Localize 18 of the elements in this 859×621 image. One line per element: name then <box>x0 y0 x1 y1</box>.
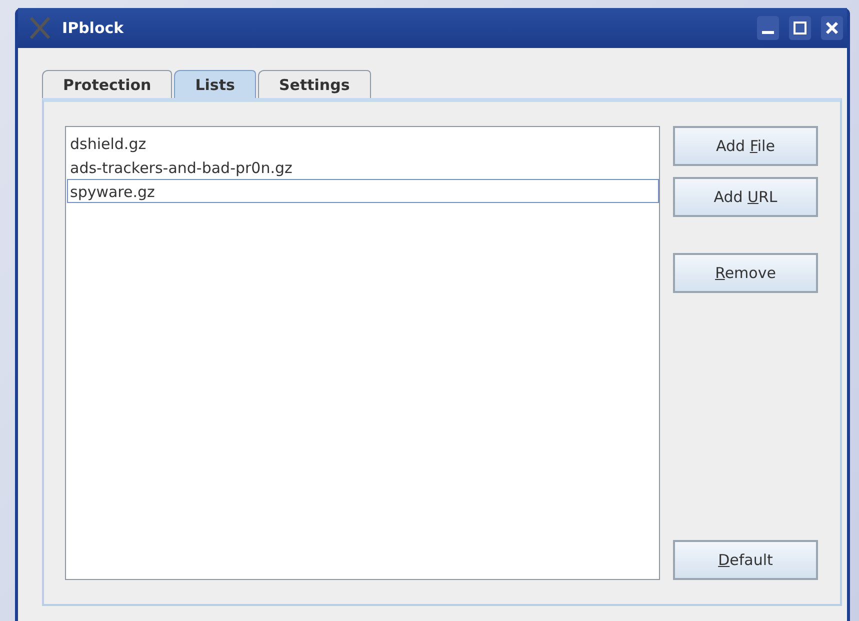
list-button[interactable]: Add URL <box>673 177 818 217</box>
list-item[interactable]: spyware.gz <box>67 179 659 203</box>
window-title: IPblock <box>62 19 125 37</box>
list-button[interactable]: Remove <box>673 253 818 293</box>
tab[interactable]: Lists <box>174 70 256 98</box>
list-item[interactable]: ads-trackers-and-bad-pr0n.gz <box>67 155 659 179</box>
maximize-button[interactable] <box>789 16 811 40</box>
tab[interactable]: Settings <box>258 70 371 98</box>
minimize-button[interactable] <box>757 16 779 40</box>
list-button[interactable]: Default <box>673 540 818 580</box>
x-logo-icon <box>28 16 52 40</box>
list-button[interactable]: Add File <box>673 126 818 166</box>
minimize-icon <box>762 31 774 34</box>
list-item[interactable]: dshield.gz <box>67 131 659 155</box>
close-button[interactable] <box>821 16 843 40</box>
tab[interactable]: Protection <box>42 70 172 98</box>
maximize-icon <box>793 21 807 35</box>
close-icon <box>825 21 839 35</box>
